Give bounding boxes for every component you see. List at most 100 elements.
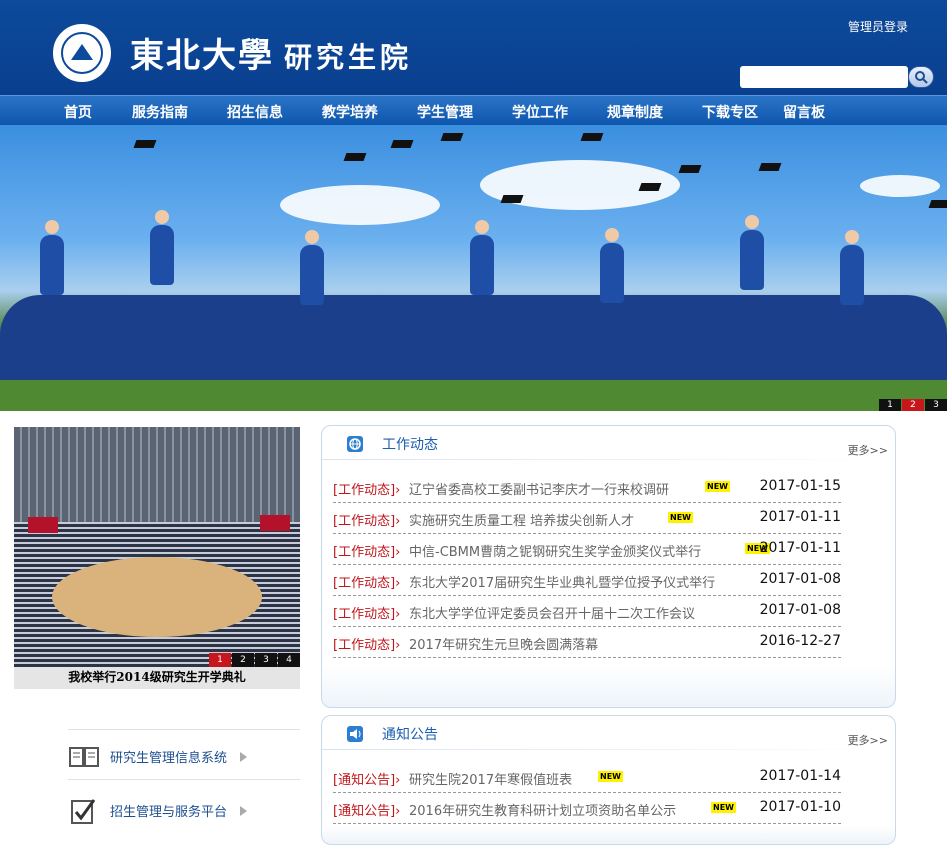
photo-slide-indicators: 1 2 3 4 <box>208 653 300 667</box>
banner-cap <box>580 133 604 141</box>
notice-date: 2017-01-10 <box>759 799 841 815</box>
news-category-tag[interactable]: [工作动态]› <box>333 541 400 560</box>
banner-face <box>305 230 319 244</box>
news-category-tag[interactable]: [工作动态]› <box>333 603 400 622</box>
site-header: 東北大學 研究生院 管理员登录 <box>0 0 947 95</box>
notice-title[interactable]: 2016年研究生教育科研计划立项资助名单公示 <box>409 800 676 819</box>
news-row[interactable]: [工作动态]› 2017年研究生元旦晚会圆满落幕 2016-12-27 <box>333 627 841 658</box>
banner-cap <box>440 133 464 141</box>
work-news-more-link[interactable]: 更多>> <box>848 442 888 458</box>
banner-cap <box>390 140 414 148</box>
system-link-label: 招生管理与服务平台 <box>110 805 228 820</box>
banner-cap <box>133 140 157 148</box>
hero-banner-graduation-photo[interactable]: 1 2 3 <box>0 125 947 411</box>
notice-row[interactable]: [通知公告]› 2016年研究生教育科研计划立项资助名单公示 NEW 2017-… <box>333 793 841 824</box>
search-button[interactable] <box>908 66 934 88</box>
banner-cap <box>500 195 524 203</box>
university-seal-logo[interactable] <box>53 24 111 82</box>
news-category-label: [工作动态] <box>333 576 396 591</box>
banner-cloud <box>280 185 440 225</box>
news-row[interactable]: [工作动态]› 中信-CBMM曹荫之铌钢研究生奖学金颁奖仪式举行 NEW 201… <box>333 534 841 565</box>
banner-graduate <box>40 235 64 295</box>
nav-item-downloads[interactable]: 下载专区 <box>702 102 758 122</box>
notices-title: 通知公告 <box>382 727 438 743</box>
news-date: 2017-01-11 <box>759 509 841 525</box>
site-brand[interactable]: 東北大學 研究生院 <box>130 28 412 77</box>
news-row[interactable]: [工作动态]› 辽宁省委高校工委副书记李庆才一行来校调研 NEW 2017-01… <box>333 472 841 503</box>
checkbox-icon <box>71 799 96 824</box>
banner-slide-dot-active[interactable]: 2 <box>902 399 924 411</box>
news-date: 2017-01-11 <box>759 540 841 556</box>
news-category-tag[interactable]: [工作动态]› <box>333 510 400 529</box>
divider <box>322 749 895 750</box>
notice-row[interactable]: [通知公告]› 研究生院2017年寒假值班表 NEW 2017-01-14 <box>333 762 841 793</box>
banner-graduate <box>740 230 764 290</box>
search-input[interactable] <box>740 66 908 88</box>
system-link-graduate-mis[interactable]: 研究生管理信息系统 <box>68 735 300 779</box>
banner-cap <box>638 183 662 191</box>
banner-face <box>845 230 859 244</box>
photo-arena-screen <box>260 515 290 531</box>
notice-category-label: [通知公告] <box>333 773 396 788</box>
news-separator: › <box>395 638 401 653</box>
globe-icon <box>347 436 363 452</box>
news-date: 2017-01-08 <box>759 602 841 618</box>
admin-login-link[interactable]: 管理员登录 <box>848 18 908 35</box>
nav-item-admissions[interactable]: 招生信息 <box>227 102 283 122</box>
news-title[interactable]: 东北大学学位评定委员会召开十届十二次工作会议 <box>409 603 695 622</box>
notice-category-tag[interactable]: [通知公告]› <box>333 800 400 819</box>
system-link-label: 研究生管理信息系统 <box>110 751 228 766</box>
nav-item-regulations[interactable]: 规章制度 <box>607 102 663 122</box>
search-box <box>740 66 935 88</box>
banner-face <box>605 228 619 242</box>
banner-cap <box>343 153 367 161</box>
work-news-title: 工作动态 <box>382 437 438 453</box>
nav-item-degree-work[interactable]: 学位工作 <box>512 102 568 122</box>
news-category-tag[interactable]: [工作动态]› <box>333 479 400 498</box>
chevron-right-icon <box>240 806 247 816</box>
photo-arena-screen <box>28 517 58 533</box>
news-row[interactable]: [工作动态]› 东北大学2017届研究生毕业典礼暨学位授予仪式举行 2017-0… <box>333 565 841 596</box>
banner-graduate <box>300 245 324 305</box>
notice-category-tag[interactable]: [通知公告]› <box>333 769 400 788</box>
news-title[interactable]: 辽宁省委高校工委副书记李庆才一行来校调研 <box>409 479 669 498</box>
news-title[interactable]: 2017年研究生元旦晚会圆满落幕 <box>409 634 598 653</box>
notices-more-link[interactable]: 更多>> <box>848 732 888 748</box>
photo-slide-dot[interactable]: 3 <box>255 653 277 667</box>
nav-item-message-board[interactable]: 留言板 <box>783 102 825 122</box>
banner-face <box>745 215 759 229</box>
news-date: 2017-01-15 <box>759 478 841 494</box>
photo-slide-dot[interactable]: 4 <box>278 653 300 667</box>
banner-grass <box>0 380 947 411</box>
news-separator: › <box>395 483 401 498</box>
banner-slide-dot[interactable]: 1 <box>879 399 901 411</box>
news-photo-slider[interactable]: 1 2 3 4 <box>14 427 300 667</box>
photo-caption[interactable]: 我校举行2014级研究生开学典礼 <box>14 667 300 689</box>
news-title[interactable]: 中信-CBMM曹荫之铌钢研究生奖学金颁奖仪式举行 <box>409 541 701 560</box>
nav-item-student-management[interactable]: 学生管理 <box>417 102 473 122</box>
banner-graduate <box>600 243 624 303</box>
news-row[interactable]: [工作动态]› 东北大学学位评定委员会召开十届十二次工作会议 2017-01-0… <box>333 596 841 627</box>
nav-item-teaching[interactable]: 教学培养 <box>322 102 378 122</box>
news-category-label: [工作动态] <box>333 483 396 498</box>
news-date: 2017-01-08 <box>759 571 841 587</box>
system-link-admissions-platform[interactable]: 招生管理与服务平台 <box>68 789 300 833</box>
photo-slide-dot-active[interactable]: 1 <box>209 653 231 667</box>
news-category-tag[interactable]: [工作动态]› <box>333 572 400 591</box>
banner-face <box>475 220 489 234</box>
notice-date: 2017-01-14 <box>759 768 841 784</box>
news-category-tag[interactable]: [工作动态]› <box>333 634 400 653</box>
photo-arena-court <box>52 557 262 637</box>
notice-title[interactable]: 研究生院2017年寒假值班表 <box>409 769 572 788</box>
banner-slide-dot[interactable]: 3 <box>925 399 947 411</box>
news-title[interactable]: 东北大学2017届研究生毕业典礼暨学位授予仪式举行 <box>409 572 715 591</box>
nav-item-home[interactable]: 首页 <box>64 102 92 122</box>
news-category-label: [工作动态] <box>333 607 396 622</box>
news-title[interactable]: 实施研究生质量工程 培养拔尖创新人才 <box>409 510 634 529</box>
divider <box>322 459 895 460</box>
photo-slide-dot[interactable]: 2 <box>232 653 254 667</box>
nav-item-service-guide[interactable]: 服务指南 <box>132 102 188 122</box>
news-row[interactable]: [工作动态]› 实施研究生质量工程 培养拔尖创新人才 NEW 2017-01-1… <box>333 503 841 534</box>
banner-graduate <box>150 225 174 285</box>
notice-separator: › <box>395 804 401 819</box>
